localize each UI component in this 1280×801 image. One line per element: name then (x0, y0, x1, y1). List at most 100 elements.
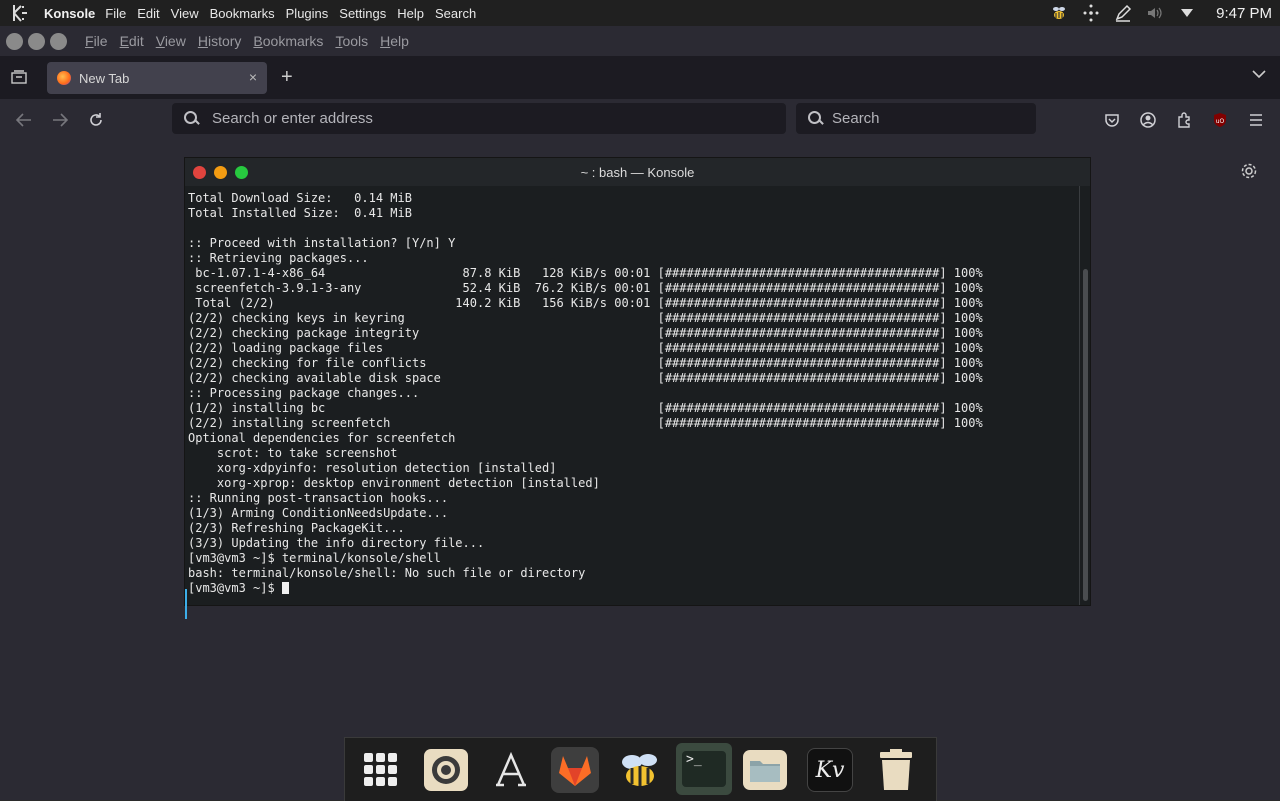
menu-tools[interactable]: Tools (335, 33, 368, 49)
terminal-line: :: Running post-transaction hooks... (188, 491, 449, 505)
list-all-tabs-icon[interactable] (1252, 66, 1266, 82)
window-minimize-button[interactable] (28, 32, 45, 50)
terminal-line: (2/2) checking for file conflicts [#####… (188, 356, 983, 370)
tab-title: New Tab (79, 70, 130, 86)
extensions-icon[interactable] (1174, 110, 1194, 130)
tab-close-icon[interactable]: × (249, 69, 257, 85)
firefox-icon (57, 71, 71, 85)
search-marker (185, 589, 187, 619)
app-grid-icon[interactable] (357, 747, 405, 793)
terminal-line: (2/2) checking available disk space [###… (188, 371, 983, 385)
terminal-line: :: Processing package changes... (188, 386, 420, 400)
hamburger-menu-icon[interactable] (1246, 110, 1266, 130)
reload-icon[interactable] (86, 110, 106, 130)
terminal-icon[interactable]: >_ (676, 743, 732, 795)
search-icon (184, 110, 200, 127)
terminal-line: screenfetch-3.9.1-3-any 52.4 KiB 76.2 Ki… (188, 281, 983, 295)
clock[interactable]: 9:47 PM (1216, 5, 1272, 22)
terminal-line: bash: terminal/konsole/shell: No such fi… (188, 566, 586, 580)
global-menu-bookmarks[interactable]: Bookmarks (210, 6, 275, 21)
gear-icon[interactable] (1240, 162, 1258, 180)
terminal-line: :: Retrieving packages... (188, 251, 369, 265)
top-panel: Konsole File Edit View Bookmarks Plugins… (0, 0, 1280, 26)
tab-new-tab[interactable]: New Tab × (47, 62, 267, 94)
terminal-line: (2/2) checking package integrity [######… (188, 326, 983, 340)
menu-help[interactable]: Help (380, 33, 409, 49)
tab-list-icon[interactable] (10, 68, 28, 86)
menu-history[interactable]: History (198, 33, 242, 49)
terminal-line: Optional dependencies for screenfetch (188, 431, 456, 445)
menu-view[interactable]: View (156, 33, 186, 49)
tab-strip: New Tab × + (0, 56, 1280, 99)
terminal-line: Total Installed Size: 0.41 MiB (188, 206, 412, 220)
bee-icon[interactable] (616, 747, 664, 793)
terminal-line: bc-1.07.1-4-x86_64 87.8 KiB 128 KiB/s 00… (188, 266, 983, 280)
back-icon[interactable] (14, 110, 34, 130)
bee-tray-icon[interactable] (1050, 4, 1068, 22)
kde-menu-icon[interactable] (10, 2, 32, 24)
konsole-title: ~ : bash — Konsole (580, 164, 695, 180)
account-icon[interactable] (1138, 110, 1158, 130)
settings-icon[interactable] (422, 747, 470, 793)
active-app-name: Konsole (44, 5, 96, 21)
new-tab-button[interactable]: + (281, 66, 293, 89)
font-icon[interactable] (487, 747, 535, 793)
konsole-window[interactable]: ~ : bash — Konsole Total Download Size: … (185, 158, 1090, 619)
trash-icon[interactable] (872, 747, 920, 793)
terminal-line: (3/3) Updating the info directory file..… (188, 536, 485, 550)
global-menu-file[interactable]: File (105, 6, 126, 21)
window-close-button[interactable] (6, 32, 23, 50)
terminal-line: (2/2) checking keys in keyring [########… (188, 311, 983, 325)
terminal-prompt-line[interactable]: [vm3@vm3 ~]$ (188, 581, 1073, 596)
svg-text:uO: uO (1216, 118, 1225, 125)
files-icon[interactable] (741, 747, 789, 793)
address-bar[interactable]: Search or enter address (172, 103, 786, 134)
pocket-icon[interactable] (1102, 110, 1122, 130)
scrollbar-thumb[interactable] (1083, 269, 1088, 601)
kv-icon[interactable]: Kv (806, 747, 854, 793)
pen-icon[interactable] (1114, 4, 1132, 22)
global-menu-edit[interactable]: Edit (137, 6, 159, 21)
navigation-toolbar: Search or enter address Search uO (0, 99, 1280, 141)
ublock-icon[interactable]: uO (1210, 110, 1230, 130)
terminal-line: scrot: to take screenshot (188, 446, 398, 460)
terminal-line: xorg-xdpyinfo: resolution detection [ins… (188, 461, 557, 475)
menu-bookmarks[interactable]: Bookmarks (253, 33, 323, 49)
page-content: ~ : bash — Konsole Total Download Size: … (0, 141, 1280, 736)
global-menu-settings[interactable]: Settings (339, 6, 386, 21)
terminal-line: [vm3@vm3 ~]$ terminal/konsole/shell (188, 551, 441, 565)
global-menu-search[interactable]: Search (435, 6, 476, 21)
global-menu-view[interactable]: View (171, 6, 199, 21)
search-bar[interactable]: Search (796, 103, 1036, 134)
terminal-line: (1/3) Arming ConditionNeedsUpdate... (188, 506, 449, 520)
search-placeholder: Search (832, 110, 880, 127)
scrollbar-track[interactable] (1079, 186, 1080, 605)
system-tray: 9:47 PM (1050, 0, 1280, 26)
volume-icon[interactable] (1146, 4, 1164, 22)
global-menu-help[interactable]: Help (397, 6, 424, 21)
search-icon (808, 110, 824, 127)
window-maximize-button[interactable] (50, 32, 67, 50)
browser-menubar: File Edit View History Bookmarks Tools H… (0, 26, 1280, 56)
address-placeholder: Search or enter address (212, 110, 373, 127)
terminal-prompt: [vm3@vm3 ~]$ (188, 581, 282, 595)
kv-label: Kv (807, 748, 853, 792)
forward-icon[interactable] (50, 110, 70, 130)
terminal-line: :: Proceed with installation? [Y/n] Y (188, 236, 456, 250)
global-menu-plugins[interactable]: Plugins (286, 6, 329, 21)
terminal-icon-label: >_ (682, 751, 726, 787)
terminal-line: Total Download Size: 0.14 MiB (188, 191, 412, 205)
terminal-line: (2/2) installing screenfetch [##########… (188, 416, 983, 430)
gitlab-icon[interactable] (551, 747, 599, 793)
network-icon[interactable] (1082, 4, 1100, 22)
terminal-line: Total (2/2) 140.2 KiB 156 KiB/s 00:01 [#… (188, 296, 983, 310)
terminal-output[interactable]: Total Download Size: 0.14 MiB Total Insta… (188, 191, 1073, 603)
arrow-down-icon[interactable] (1178, 4, 1196, 22)
menu-file[interactable]: File (85, 33, 108, 49)
konsole-titlebar[interactable]: ~ : bash — Konsole (185, 158, 1090, 186)
terminal-line: (1/2) installing bc [###################… (188, 401, 983, 415)
terminal-line: (2/2) loading package files [###########… (188, 341, 983, 355)
terminal-line: xorg-xprop: desktop environment detectio… (188, 476, 600, 490)
menu-edit[interactable]: Edit (120, 33, 144, 49)
dock: >_ Kv (344, 737, 937, 801)
